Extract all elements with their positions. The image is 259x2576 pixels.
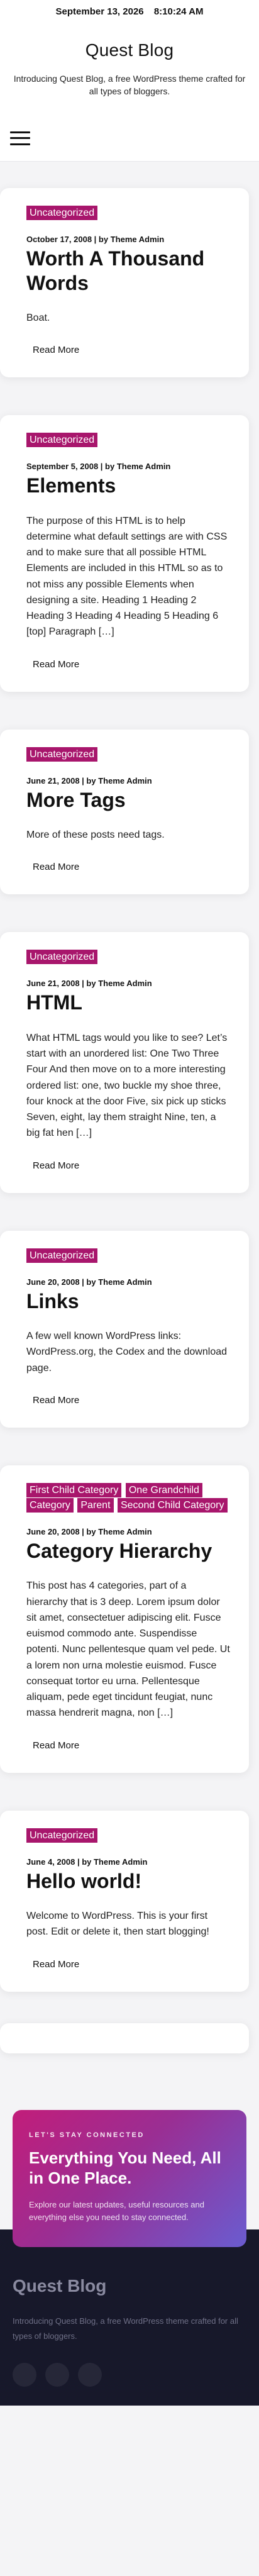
post-author[interactable]: Theme Admin (98, 1527, 152, 1536)
read-more-link[interactable]: Read More (33, 345, 79, 355)
post-categories: Uncategorized (26, 1828, 230, 1843)
current-time: 8:10:24 AM (153, 6, 204, 17)
post-meta: June 21, 2008 | by Theme Admin (26, 979, 230, 988)
site-title[interactable]: Quest Blog (13, 40, 246, 60)
post-card: Uncategorized June 20, 2008 | by Theme A… (0, 1230, 249, 1428)
read-more-link[interactable]: Read More (33, 1959, 79, 1970)
post-excerpt: The purpose of this HTML is to help dete… (26, 515, 228, 638)
promo-text: Explore our latest updates, useful resou… (29, 2199, 204, 2223)
top-bar: September 13, 2026 8:10:24 AM (0, 0, 259, 23)
post-author[interactable]: Theme Admin (117, 462, 170, 471)
read-more-link[interactable]: Read More (33, 1740, 79, 1751)
post-categories: Uncategorized (26, 747, 230, 762)
main-navigation (0, 115, 259, 162)
post-date[interactable]: June 20, 2008 (26, 1277, 80, 1287)
post-card: Uncategorized September 5, 2008 | by The… (0, 415, 249, 692)
empty-widget-card (0, 2023, 249, 2053)
category-badge[interactable]: Uncategorized (26, 206, 98, 221)
post-author[interactable]: Theme Admin (98, 776, 152, 786)
post-author[interactable]: Theme Admin (94, 1857, 147, 1867)
category-badge[interactable]: Uncategorized (26, 747, 98, 762)
hamburger-menu-icon[interactable] (10, 131, 30, 145)
post-meta: June 4, 2008 | by Theme Admin (26, 1857, 230, 1867)
category-badge[interactable]: Uncategorized (26, 1828, 98, 1843)
byline-separator: | by (79, 1277, 99, 1287)
post-author[interactable]: Theme Admin (98, 979, 152, 988)
post-categories: Uncategorized (26, 206, 230, 221)
post-meta: June 21, 2008 | by Theme Admin (26, 776, 230, 786)
byline-separator: | by (75, 1857, 94, 1867)
promo-kicker: LET'S STAY CONNECTED (29, 2131, 145, 2139)
byline-separator: | by (98, 462, 117, 472)
social-icon[interactable] (13, 2363, 36, 2387)
post-date[interactable]: June 21, 2008 (26, 979, 80, 988)
post-title[interactable]: Links (26, 1289, 230, 1313)
post-date[interactable]: June 4, 2008 (26, 1857, 75, 1867)
byline-separator: | by (79, 979, 99, 989)
site-description: Introducing Quest Blog, a free WordPress… (13, 74, 246, 96)
category-badge[interactable]: Uncategorized (26, 1248, 98, 1263)
post-meta: September 5, 2008 | by Theme Admin (26, 462, 230, 471)
site-footer: Quest Blog Introducing Quest Blog, a fre… (0, 2247, 259, 2406)
byline-separator: | by (92, 235, 111, 245)
post-meta: June 20, 2008 | by Theme Admin (26, 1527, 230, 1536)
post-title[interactable]: HTML (26, 991, 230, 1014)
date-time-separator (148, 6, 150, 17)
post-excerpt: This post has 4 categories, part of a hi… (26, 1580, 230, 1719)
post-card: Uncategorized October 17, 2008 | by Them… (0, 188, 249, 378)
site-header: Quest Blog Introducing Quest Blog, a fre… (0, 23, 259, 116)
category-badge[interactable]: Uncategorized (26, 433, 98, 448)
post-card: Uncategorized June 21, 2008 | by Theme A… (0, 932, 249, 1193)
social-icon[interactable] (78, 2363, 102, 2387)
current-date: September 13, 2026 (55, 6, 144, 17)
post-excerpt: Welcome to WordPress. This is your first… (26, 1911, 209, 1938)
post-author[interactable]: Theme Admin (111, 235, 164, 244)
post-card: Uncategorized June 4, 2008 | by Theme Ad… (0, 1810, 249, 1992)
post-categories: Uncategorized (26, 433, 230, 448)
byline-separator: | by (79, 775, 99, 786)
post-author[interactable]: Theme Admin (98, 1277, 152, 1287)
post-title[interactable]: More Tags (26, 788, 230, 812)
social-icon[interactable] (45, 2363, 69, 2387)
social-links (13, 2363, 246, 2387)
promo-title: Everything You Need, All in One Place. (29, 2148, 221, 2188)
read-more-link[interactable]: Read More (33, 862, 79, 872)
read-more-link[interactable]: Read More (33, 1395, 79, 1406)
footer-site-title[interactable]: Quest Blog (13, 2276, 246, 2296)
category-badge[interactable]: First Child Category (26, 1482, 122, 1497)
post-meta: June 20, 2008 | by Theme Admin (26, 1277, 230, 1287)
category-badge[interactable]: Second Child Category (117, 1497, 228, 1513)
footer-description: Introducing Quest Blog, a free WordPress… (13, 2316, 238, 2341)
read-more-link[interactable]: Read More (33, 659, 79, 670)
post-excerpt: More of these posts need tags. (26, 830, 165, 841)
post-excerpt: Boat. (26, 312, 50, 323)
post-categories: First Child Category One Grandchild Cate… (26, 1482, 230, 1513)
post-date[interactable]: June 20, 2008 (26, 1527, 80, 1536)
category-badge[interactable]: Uncategorized (26, 950, 98, 965)
post-excerpt: What HTML tags would you like to see? Le… (26, 1032, 228, 1139)
post-card: First Child Category One Grandchild Cate… (0, 1465, 249, 1773)
post-categories: Uncategorized (26, 950, 230, 965)
post-title[interactable]: Elements (26, 474, 230, 497)
read-more-link[interactable]: Read More (33, 1160, 79, 1171)
post-list: Uncategorized October 17, 2008 | by Them… (0, 162, 259, 1992)
category-badge[interactable]: Parent (77, 1497, 114, 1513)
post-card: Uncategorized June 21, 2008 | by Theme A… (0, 729, 249, 895)
post-date[interactable]: June 21, 2008 (26, 776, 80, 786)
post-meta: October 17, 2008 | by Theme Admin (26, 235, 230, 244)
post-title[interactable]: Category Hierarchy (26, 1539, 230, 1563)
post-date[interactable]: October 17, 2008 (26, 235, 92, 244)
post-date[interactable]: September 5, 2008 (26, 462, 98, 471)
post-title[interactable]: Worth A Thousand Words (26, 247, 230, 295)
post-excerpt: A few well known WordPress links: WordPr… (26, 1331, 228, 1374)
post-categories: Uncategorized (26, 1248, 230, 1263)
post-title[interactable]: Hello world! (26, 1869, 230, 1893)
newsletter-promo: LET'S STAY CONNECTED Everything You Need… (13, 2109, 246, 2248)
byline-separator: | by (79, 1526, 99, 1536)
footer-area: LET'S STAY CONNECTED Everything You Need… (0, 2109, 259, 2406)
